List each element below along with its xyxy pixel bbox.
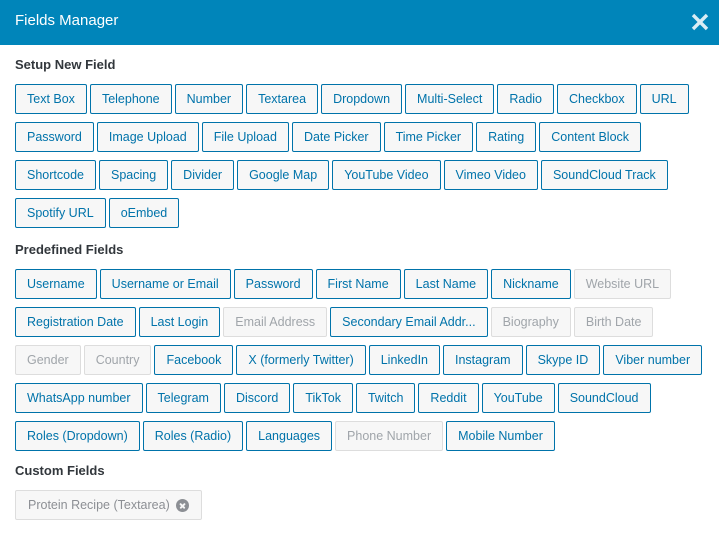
predefined-fields-group: Username Username or Email Password First N… <box>15 269 705 451</box>
modal-body: Setup New Field Text Box Telephone Number T… <box>15 45 705 520</box>
predefined-field-roles-dropdown-button[interactable]: Roles (Dropdown) <box>15 421 140 451</box>
predefined-field-roles-radio-button[interactable]: Roles (Radio) <box>142 421 244 451</box>
setup-field-oembed-button[interactable]: oEmbed <box>108 198 180 228</box>
setup-field-google-map-button[interactable]: Google Map <box>237 160 330 190</box>
setup-fields-group: Text Box Telephone Number Textarea Dropdown M… <box>15 84 705 228</box>
predefined-field-reddit-button[interactable]: Reddit <box>418 383 479 413</box>
custom-section-title: Custom Fields <box>15 463 105 478</box>
setup-field-rating-button[interactable]: Rating <box>476 122 537 152</box>
predefined-field-password-button[interactable]: Password <box>233 269 313 299</box>
setup-field-textarea-button[interactable]: Textarea <box>246 84 319 114</box>
setup-field-radio-button[interactable]: Radio <box>497 84 555 114</box>
predefined-field-last-name-button[interactable]: Last Name <box>403 269 489 299</box>
predefined-field-registration-date-button[interactable]: Registration Date <box>15 307 136 337</box>
predefined-field-website-url-button: Website URL <box>573 269 672 299</box>
remove-circle-icon[interactable] <box>175 498 189 512</box>
predefined-field-mobile-number-button[interactable]: Mobile Number <box>446 421 555 451</box>
predefined-field-languages-button[interactable]: Languages <box>246 421 333 451</box>
setup-section-title: Setup New Field <box>15 57 116 72</box>
setup-field-url-button[interactable]: URL <box>639 84 689 114</box>
setup-field-time-picker-button[interactable]: Time Picker <box>383 122 474 152</box>
predefined-field-birth-date-button: Birth Date <box>573 307 654 337</box>
predefined-field-nickname-button[interactable]: Nickname <box>491 269 571 299</box>
predefined-field-gender-button: Gender <box>15 345 81 375</box>
predefined-field-phone-number-button: Phone Number <box>335 421 444 451</box>
predefined-field-country-button: Country <box>83 345 152 375</box>
predefined-field-facebook-button[interactable]: Facebook <box>154 345 234 375</box>
predefined-field-telegram-button[interactable]: Telegram <box>145 383 221 413</box>
custom-field-label: Protein Recipe (Textarea) <box>28 498 170 512</box>
setup-field-file-upload-button[interactable]: File Upload <box>201 122 289 152</box>
predefined-field-last-login-button[interactable]: Last Login <box>138 307 221 337</box>
predefined-field-whatsapp-number-button[interactable]: WhatsApp number <box>15 383 143 413</box>
predefined-section-title: Predefined Fields <box>15 242 124 257</box>
setup-field-multi-select-button[interactable]: Multi-Select <box>405 84 495 114</box>
close-icon[interactable] <box>689 10 711 34</box>
predefined-field-tiktok-button[interactable]: TikTok <box>293 383 353 413</box>
setup-field-telephone-button[interactable]: Telephone <box>89 84 172 114</box>
predefined-field-email-address-button: Email Address <box>223 307 328 337</box>
setup-field-date-picker-button[interactable]: Date Picker <box>291 122 381 152</box>
predefined-field-viber-number-button[interactable]: Viber number <box>603 345 703 375</box>
setup-field-dropdown-button[interactable]: Dropdown <box>321 84 403 114</box>
setup-field-spacing-button[interactable]: Spacing <box>98 160 169 190</box>
modal-title: Fields Manager <box>15 12 119 29</box>
predefined-field-discord-button[interactable]: Discord <box>223 383 291 413</box>
predefined-field-linkedin-button[interactable]: LinkedIn <box>368 345 440 375</box>
setup-field-vimeo-video-button[interactable]: Vimeo Video <box>443 160 538 190</box>
setup-field-image-upload-button[interactable]: Image Upload <box>96 122 199 152</box>
setup-field-youtube-video-button[interactable]: YouTube Video <box>332 160 441 190</box>
predefined-field-instagram-button[interactable]: Instagram <box>443 345 523 375</box>
predefined-field-biography-button: Biography <box>490 307 571 337</box>
custom-field-protein-recipe-textarea-button[interactable]: Protein Recipe (Textarea) <box>15 490 202 520</box>
setup-field-divider-button[interactable]: Divider <box>171 160 235 190</box>
predefined-field-first-name-button[interactable]: First Name <box>315 269 401 299</box>
predefined-field-youtube-button[interactable]: YouTube <box>481 383 555 413</box>
setup-field-shortcode-button[interactable]: Shortcode <box>15 160 96 190</box>
setup-field-text-box-button[interactable]: Text Box <box>15 84 87 114</box>
setup-field-number-button[interactable]: Number <box>174 84 244 114</box>
predefined-field-soundcloud-button[interactable]: SoundCloud <box>557 383 651 413</box>
setup-field-checkbox-button[interactable]: Checkbox <box>557 84 637 114</box>
custom-fields-group: Protein Recipe (Textarea) <box>15 490 705 520</box>
setup-field-content-block-button[interactable]: Content Block <box>539 122 642 152</box>
setup-field-soundcloud-track-button[interactable]: SoundCloud Track <box>540 160 668 190</box>
modal-header: Fields Manager <box>0 0 719 45</box>
predefined-field-twitch-button[interactable]: Twitch <box>355 383 416 413</box>
predefined-field-username-or-email-button[interactable]: Username or Email <box>99 269 231 299</box>
predefined-field-secondary-email-addr-button[interactable]: Secondary Email Addr... <box>330 307 488 337</box>
predefined-field-x-formerly-twitter-button[interactable]: X (formerly Twitter) <box>236 345 366 375</box>
setup-field-password-button[interactable]: Password <box>15 122 94 152</box>
setup-field-spotify-url-button[interactable]: Spotify URL <box>15 198 106 228</box>
predefined-field-skype-id-button[interactable]: Skype ID <box>525 345 601 375</box>
predefined-field-username-button[interactable]: Username <box>15 269 97 299</box>
